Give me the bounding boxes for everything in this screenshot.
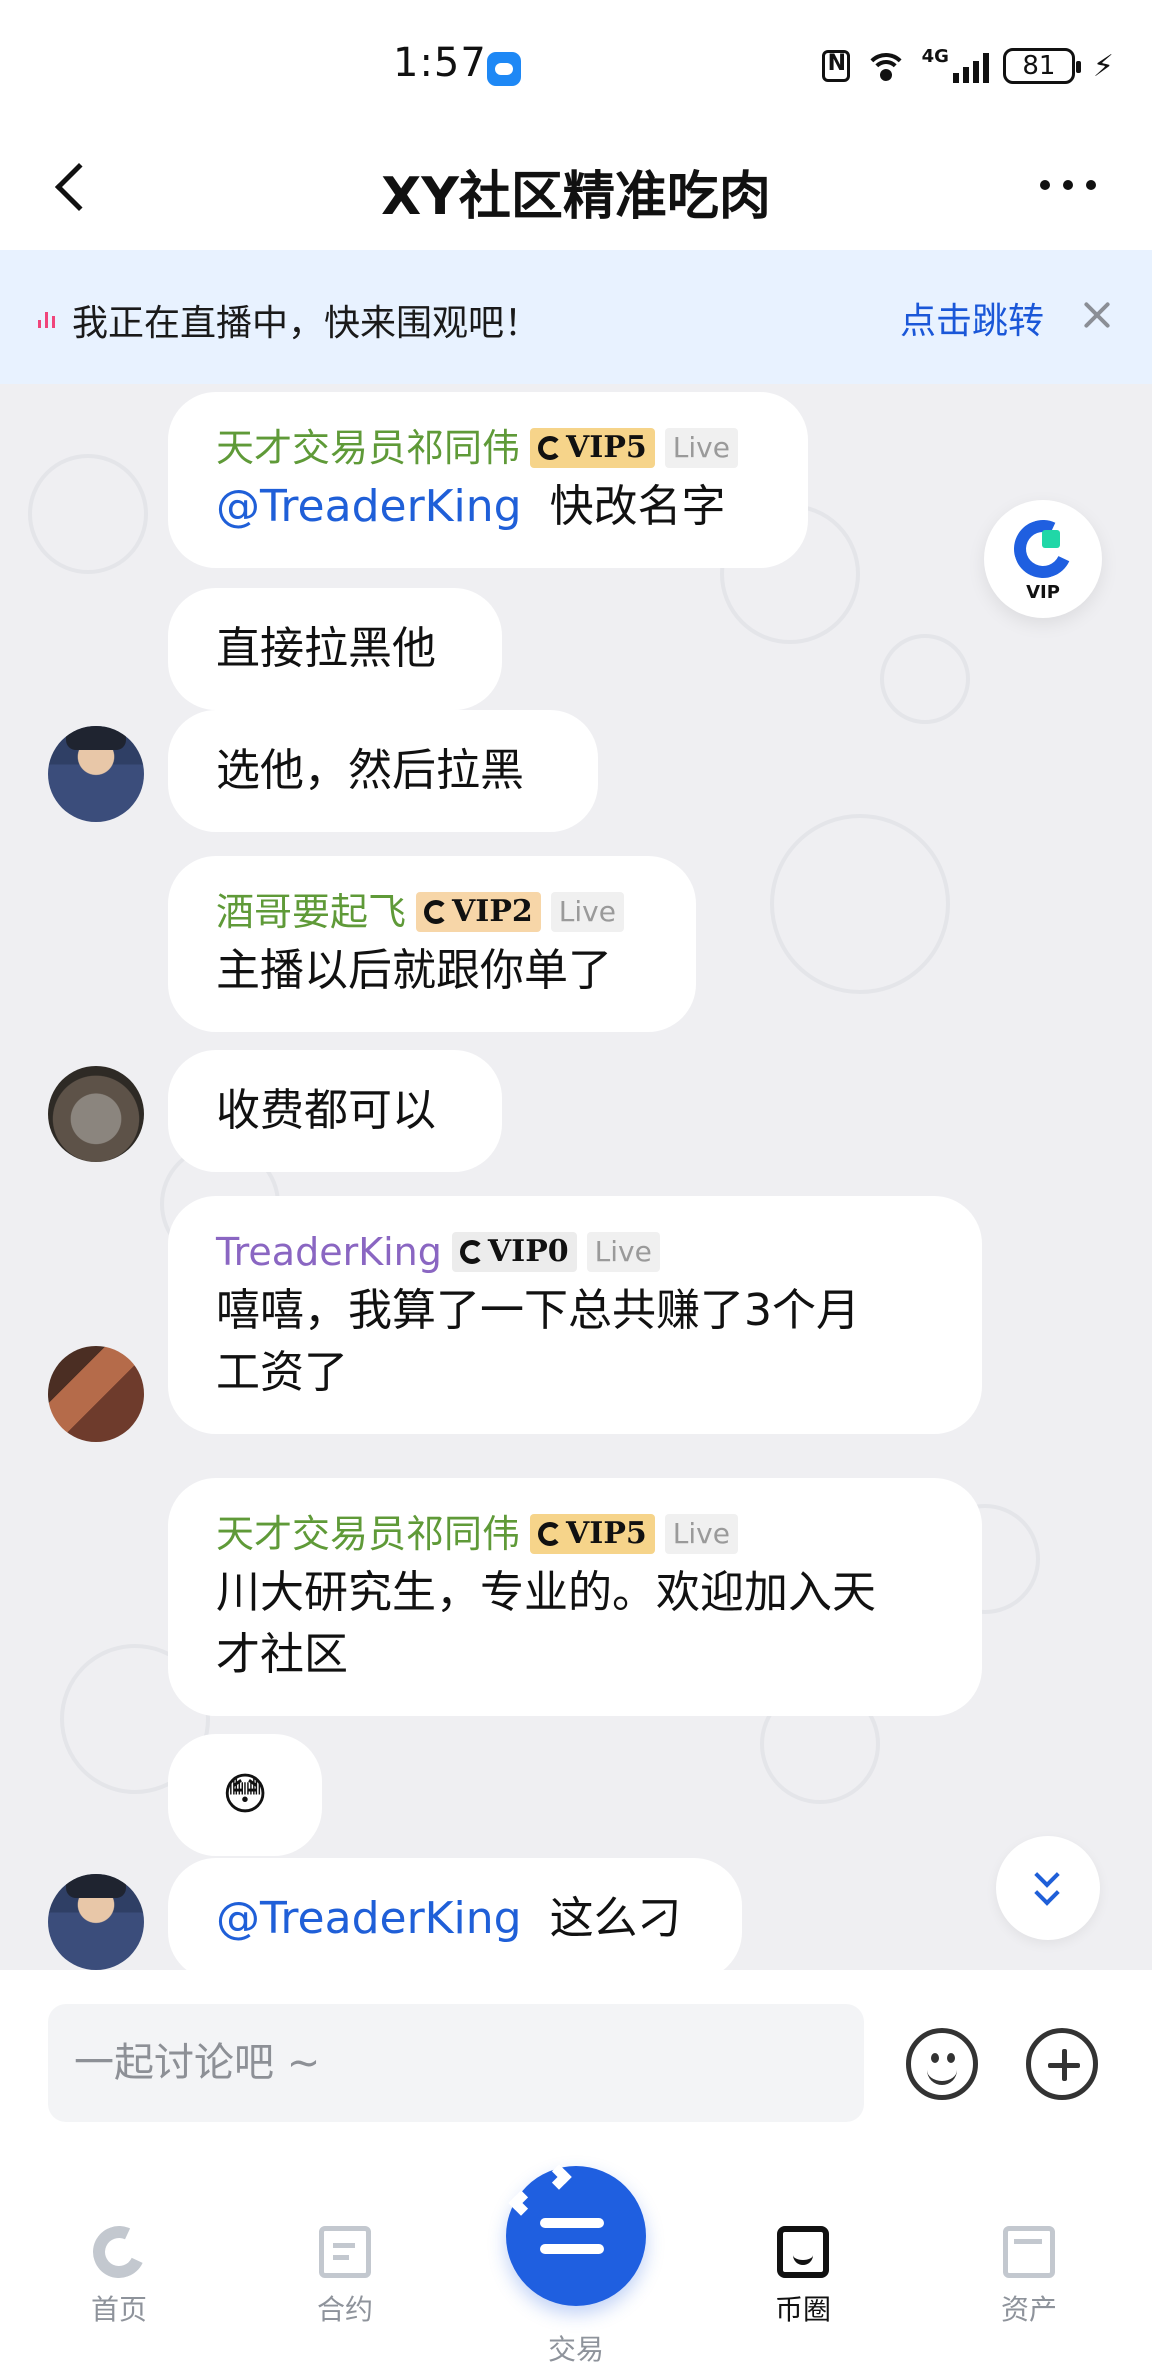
chat-message[interactable]: 直接拉黑他 [168,588,502,710]
message-text: 直接拉黑他 [216,623,436,674]
vip-badge: VIP5 [530,1514,655,1554]
vip-icon [538,1522,563,1546]
sender-name: TreaderKing [216,1230,442,1274]
message-text-line: 工资了 [216,1347,348,1398]
chat-message[interactable]: @TreaderKing 这么刁 [168,1858,742,1970]
nav-assets[interactable]: 资产 [954,2226,1104,2336]
chat-message[interactable]: TreaderKing VIP0 Live 嘻嘻，我算了一下总共赚了3个月 工资… [168,1196,982,1434]
live-banner: 我正在直播中，快来围观吧！ 点击跳转 [0,250,1152,384]
vip-icon [459,1240,484,1264]
message-text-line: 川大研究生，专业的。欢迎加入天 [216,1567,876,1618]
trade-button[interactable] [506,2164,646,2306]
nav-home-label: 首页 [90,2293,147,2326]
live-tag: Live [664,428,738,468]
vip-float-label: VIP [1026,582,1060,603]
wifi-icon [863,49,908,83]
jump-link[interactable]: 点击跳转 [900,292,1044,344]
home-icon [85,2218,153,2286]
status-indicators: 4G 81 ⚡ [821,44,1114,88]
vip-logo-icon [1005,511,1081,587]
network-label: 4G [921,45,949,67]
nfc-icon [821,50,850,82]
message-text: 这么刁 [549,1893,682,1944]
message-text: @TreaderKing 快改名字 [216,481,726,532]
vip-badge: VIP2 [416,892,541,932]
nav-contract[interactable]: 合约 [270,2226,420,2336]
close-icon[interactable] [1080,298,1114,332]
signal-icon [952,49,989,83]
live-indicator-icon [38,306,58,328]
avatar[interactable] [48,1346,144,1442]
vip-badge: VIP5 [530,428,655,468]
status-time: 1:57 [393,40,487,86]
message-text: 选他，然后拉黑 [216,745,524,796]
message-text-line: 才社区 [216,1629,348,1680]
sender-name: 酒哥要起飞 [216,890,407,934]
swap-icon [540,2208,612,2264]
sender-name: 天才交易员祁同伟 [216,426,521,470]
message-sender-row: TreaderKing VIP0 Live [216,1226,934,1278]
message-sender-row: 天才交易员祁同伟 VIP5 Live [216,1508,934,1560]
charging-icon: ⚡ [1092,48,1114,84]
message-text: 主播以后就跟你单了 [216,945,612,996]
page-title: XY社区精准吃肉 [381,167,771,227]
add-button[interactable] [1026,2028,1098,2100]
chat-circle-icon [777,2226,829,2278]
sender-name: 天才交易员祁同伟 [216,1512,521,1556]
chat-message[interactable]: 选他，然后拉黑 [168,710,598,832]
status-bar: 1:57 4G 81 ⚡ [0,0,1152,130]
chat-area[interactable]: 天才交易员祁同伟 VIP5 Live @TreaderKing 快改名字 直接拉… [0,384,1152,1970]
bottom-navigation: 首页 合约 交易 币圈 资产 [0,2140,1152,2376]
chat-message[interactable]: 收费都可以 [168,1050,502,1172]
message-input[interactable] [48,2004,864,2122]
avatar[interactable] [48,726,144,822]
chat-message[interactable]: 酒哥要起飞 VIP2 Live 主播以后就跟你单了 [168,856,696,1032]
live-tag: Live [664,1514,738,1554]
scroll-down-button[interactable] [996,1836,1100,1940]
vip-icon [538,436,563,460]
input-bar [0,1970,1152,2140]
nav-contract-label: 合约 [316,2293,373,2326]
battery-indicator: 81 [1002,48,1081,84]
live-tag: Live [586,1232,660,1272]
message-sender-row: 酒哥要起飞 VIP2 Live [216,886,648,938]
wallet-icon [1003,2226,1055,2278]
live-banner-text: 我正在直播中，快来围观吧！ [72,303,541,344]
vip-icon [424,900,449,924]
vip-badge: VIP0 [451,1232,577,1272]
emoji-message: 😳 [222,1769,268,1820]
more-icon[interactable] [1040,180,1096,192]
vip-accent-icon [1042,530,1060,548]
chat-message[interactable]: 😳 [168,1734,322,1856]
message-text-line: 嘻嘻，我算了一下总共赚了3个月 [216,1285,860,1336]
nav-assets-label: 资产 [1000,2293,1057,2326]
chat-message[interactable]: 天才交易员祁同伟 VIP5 Live 川大研究生，专业的。欢迎加入天 才社区 [168,1478,982,1716]
avatar[interactable] [48,1066,144,1162]
status-app-icon [487,52,521,86]
message-sender-row: 天才交易员祁同伟 VIP5 Live [216,422,760,474]
nav-circle-label: 币圈 [774,2293,831,2326]
battery-level: 81 [1022,51,1056,81]
message-text: 收费都可以 [216,1085,436,1136]
avatar[interactable] [48,1874,144,1970]
nav-circle[interactable]: 币圈 [728,2226,878,2336]
header: XY社区精准吃肉 [0,130,1152,250]
contract-icon [319,2226,371,2278]
mention[interactable]: @TreaderKing [216,1893,522,1944]
vip-float-button[interactable]: VIP [984,500,1102,618]
mention[interactable]: @TreaderKing [216,481,522,532]
emoji-button[interactable] [906,2028,978,2100]
live-tag: Live [550,892,624,932]
chat-message[interactable]: 天才交易员祁同伟 VIP5 Live @TreaderKing 快改名字 [168,392,808,568]
nav-home[interactable]: 首页 [44,2218,194,2336]
